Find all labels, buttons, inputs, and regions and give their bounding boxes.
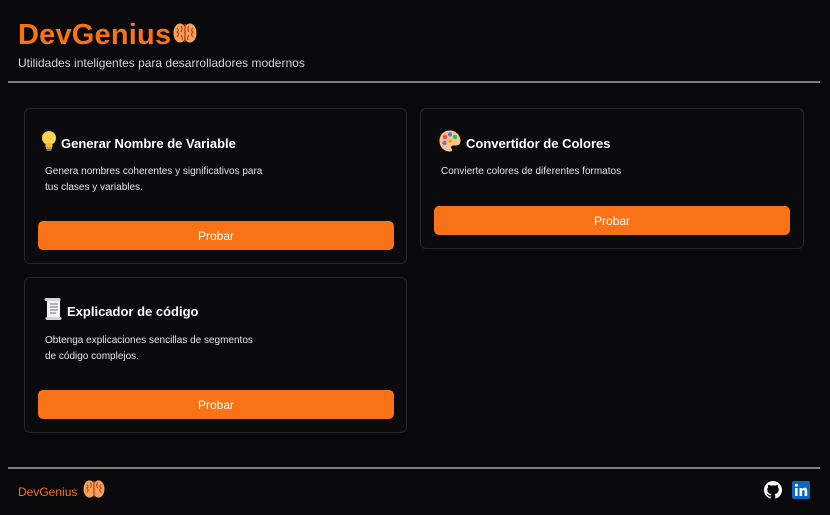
header: DevGenius Utilidades inteligentes para d… [18, 18, 305, 70]
header-divider [8, 81, 820, 83]
palette-icon [438, 129, 462, 158]
brain-icon [173, 22, 197, 49]
footer-brand: DevGenius [18, 479, 105, 504]
card-header: Generar Nombre de Variable [41, 130, 236, 157]
footer-social-links [764, 481, 810, 504]
description-line: Genera nombres coherentes y significativ… [45, 166, 263, 177]
subtitle: Utilidades inteligentes para desarrollad… [18, 56, 305, 70]
brain-icon [83, 479, 105, 504]
card-description: Convierte colores de diferentes formatos [441, 164, 621, 180]
card-header: Explicador de código [43, 297, 198, 326]
description-line: tus clases y variables. [45, 182, 143, 193]
card-description: Genera nombres coherentes y significativ… [45, 164, 262, 196]
description-line: Convierte colores de diferentes formatos [441, 166, 622, 177]
try-button[interactable]: Probar [38, 390, 394, 419]
linkedin-icon[interactable] [792, 481, 810, 504]
tool-card-code-explainer: Explicador de código Obtenga explicacion… [24, 277, 407, 433]
github-icon[interactable] [764, 481, 782, 504]
tool-card-variable-name: Generar Nombre de Variable Genera nombre… [24, 108, 407, 264]
card-header: Convertidor de Colores [438, 129, 610, 158]
card-description: Obtenga explicaciones sencillas de segme… [45, 333, 253, 365]
brand: DevGenius [18, 18, 305, 52]
scroll-icon [43, 297, 63, 326]
footer-title: DevGenius [18, 484, 78, 499]
page-title: DevGenius [18, 19, 172, 51]
try-button[interactable]: Probar [38, 221, 394, 250]
card-title: Generar Nombre de Variable [61, 136, 236, 151]
try-button[interactable]: Probar [434, 206, 790, 235]
card-title: Explicador de código [67, 304, 199, 319]
card-title: Convertidor de Colores [466, 136, 611, 151]
lightbulb-icon [41, 130, 57, 157]
page: DevGenius Utilidades inteligentes para d… [0, 0, 830, 515]
footer-divider [8, 467, 820, 469]
tool-card-color-converter: Convertidor de Colores Convierte colores… [420, 108, 804, 249]
description-line: Obtenga explicaciones sencillas de segme… [45, 335, 253, 346]
description-line: de código complejos. [45, 351, 139, 362]
